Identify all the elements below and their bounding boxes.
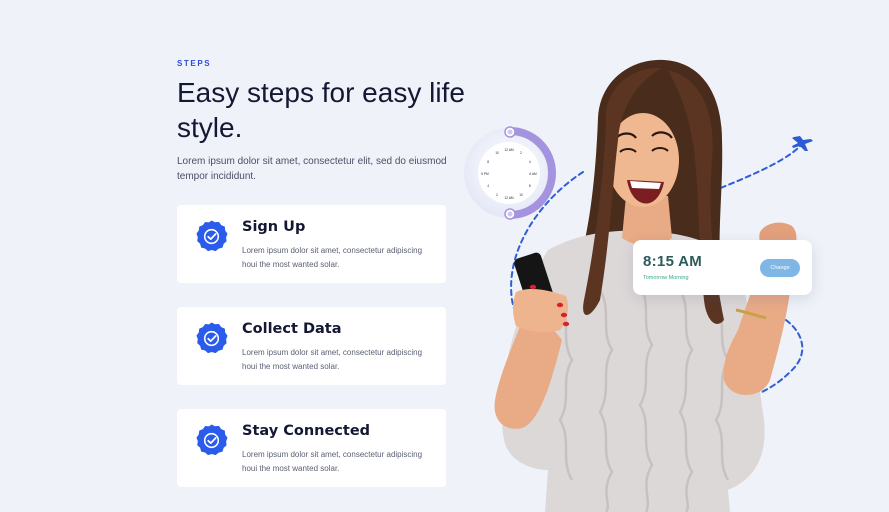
clock-number: 12 AM [504,148,513,152]
alarm-subtitle: Tomorrow Morning [643,275,689,281]
step-card-collect-data[interactable]: Collect Data Lorem ipsum dolor sit amet,… [177,307,446,385]
check-circle-icon [196,220,228,252]
alarm-card: 8:15 AM Tomorrow Morning Change [633,240,812,295]
step-description: Lorem ipsum dolor sit amet, consectetur … [242,246,423,269]
check-circle-icon [196,322,228,354]
alarm-time: 8:15 AM [643,253,703,270]
clock-number: 6 AM [529,172,537,176]
airplane-icon [792,136,813,151]
check-circle-icon [196,424,228,456]
clock-number: 8 [529,184,531,188]
step-title: Sign Up [242,219,306,235]
clock-number: 10 [519,193,523,197]
clock-number: 10 [495,151,499,155]
section-title: Easy steps for easy life style. [177,77,465,143]
section-eyebrow: STEPS [177,59,212,68]
step-title: Stay Connected [242,423,371,439]
clock-number: 4 [529,160,531,164]
clock-number: 2 [496,193,498,197]
change-button[interactable]: Change [760,259,800,277]
step-title: Collect Data [242,321,342,337]
step-description: Lorem ipsum dolor sit amet, consectetur … [242,348,423,371]
clock-number: 8 [487,160,489,164]
clock-icon: 12 AM 2 4 6 AM 8 10 12 AM 2 4 6 PM 8 10 [464,126,556,220]
clock-number: 2 [520,151,522,155]
clock-number: 12 AM [504,196,513,200]
step-card-stay-connected[interactable]: Stay Connected Lorem ipsum dolor sit ame… [177,409,446,487]
section-intro: Lorem ipsum dolor sit amet, consectetur … [177,156,447,182]
step-card-sign-up[interactable]: Sign Up Lorem ipsum dolor sit amet, cons… [177,205,446,283]
step-description: Lorem ipsum dolor sit amet, consectetur … [242,450,423,473]
clock-number: 4 [487,184,489,188]
clock-number: 6 PM [481,172,489,176]
